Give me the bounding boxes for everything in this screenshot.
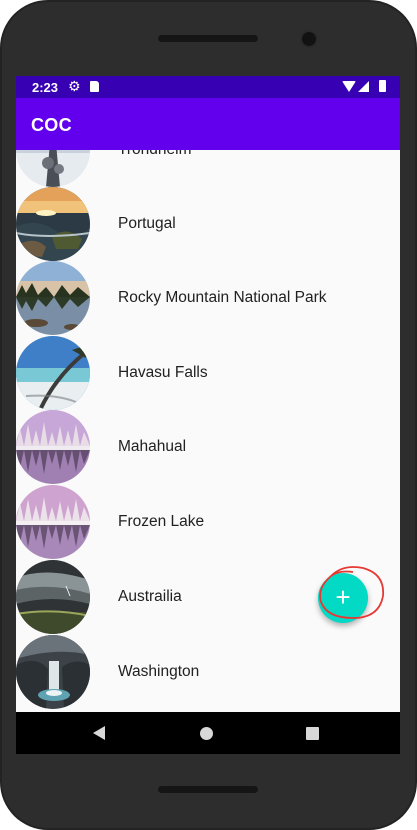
app-title: COC (31, 115, 72, 135)
recents-icon[interactable] (306, 727, 319, 740)
list-item[interactable]: Frozen Lake (16, 485, 400, 559)
list-item-label: Mahahual (118, 438, 187, 455)
wifi-icon (342, 81, 356, 92)
list-item-thumbnail (16, 336, 90, 410)
list-item-label: Trondheim (118, 150, 192, 159)
place-list[interactable]: Trondheim Portugal (16, 150, 400, 712)
list-item-label: Rocky Mountain National Park (118, 289, 327, 306)
system-nav-bar (16, 712, 400, 754)
list-item[interactable]: Washington (16, 635, 400, 709)
list-item-thumbnail (16, 187, 90, 261)
bottom-speaker (158, 786, 258, 793)
list-item-label: Washington (118, 663, 200, 680)
list-item-thumbnail (16, 410, 90, 484)
home-icon[interactable] (200, 727, 213, 740)
app-bar: COC (16, 98, 400, 150)
battery-icon (379, 80, 386, 92)
status-time: 2:23 (32, 80, 59, 95)
list-item[interactable]: Trondheim (16, 150, 400, 187)
list-item-label: Frozen Lake (118, 513, 205, 530)
sd-card-icon (90, 81, 99, 92)
back-icon[interactable] (93, 726, 105, 740)
list-item[interactable]: Havasu Falls (16, 336, 400, 410)
list-item-label: Portugal (118, 215, 176, 232)
phone-frame: 2:23 ⚙ COC Portugal Rocky Mountain Natio… (0, 0, 417, 830)
front-camera (300, 30, 318, 48)
list-item[interactable]: Portugal (16, 187, 400, 261)
top-speaker (158, 35, 258, 42)
cell-signal-icon (358, 81, 369, 92)
list-item-thumbnail (16, 560, 90, 634)
status-bar: 2:23 ⚙ (16, 76, 400, 98)
red-circle-annotation (319, 566, 385, 619)
list-item-thumbnail (16, 261, 90, 335)
list-item-thumbnail (16, 635, 90, 709)
device-screen: 2:23 ⚙ COC Portugal Rocky Mountain Natio… (16, 76, 400, 754)
list-item[interactable]: Mahahual (16, 410, 400, 484)
list-item-label: Austrailia (118, 588, 182, 605)
list-item-thumbnail (16, 150, 90, 187)
list-item-thumbnail (16, 485, 90, 559)
settings-gear-icon: ⚙ (68, 78, 81, 94)
list-item-label: Havasu Falls (118, 364, 208, 381)
list-item[interactable]: Rocky Mountain National Park (16, 261, 400, 335)
